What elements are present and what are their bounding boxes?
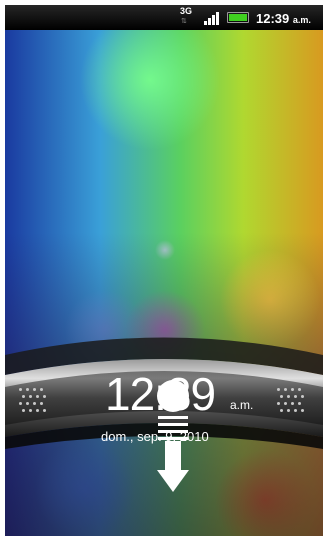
data-activity-icon: ⇅ (181, 18, 187, 25)
handle-stripe (158, 437, 188, 440)
network-type-label: 3G (180, 6, 193, 16)
handle-stripe (158, 423, 188, 426)
status-bar[interactable]: 3G ⇅ 12:39 a.m. (5, 5, 323, 30)
handle-stripe (158, 430, 188, 433)
down-arrow-icon (157, 470, 189, 492)
down-arrow-shaft (165, 441, 181, 471)
phone-screen: 3G ⇅ 12:39 a.m. a.m. dom., sep. 9, 2010 (5, 5, 323, 536)
handle-stripe (158, 416, 188, 419)
lock-clock-ampm: a.m. (230, 398, 254, 412)
signal-strength-icon (204, 11, 222, 25)
unlock-handle[interactable] (157, 380, 189, 510)
battery-tip (227, 12, 249, 23)
grip-dots-left-icon (19, 388, 53, 418)
unlock-handle-icon[interactable] (157, 380, 189, 412)
lock-date: dom., sep. 9, 2010 (101, 429, 209, 444)
grip-dots-right-icon (277, 388, 311, 418)
status-clock: 12:39 a.m. (256, 11, 311, 26)
